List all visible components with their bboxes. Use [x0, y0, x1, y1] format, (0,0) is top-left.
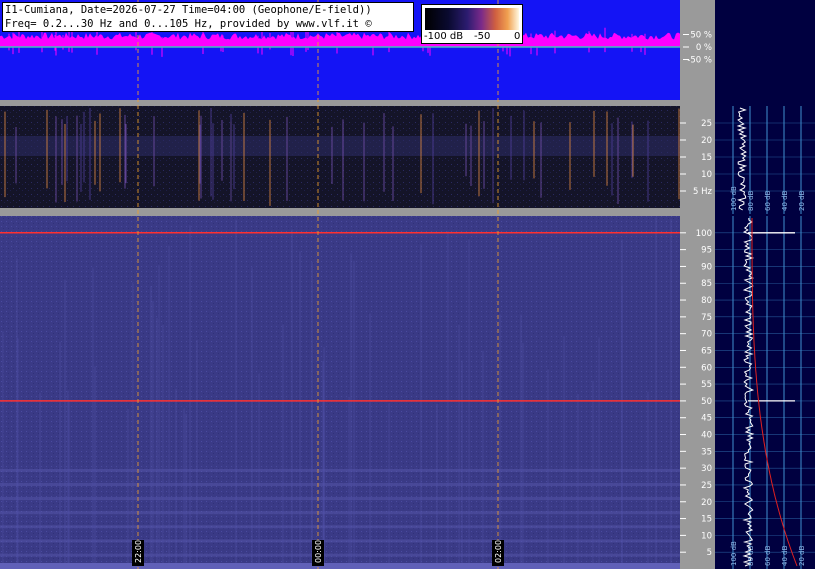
color-scale-min-label: -100 dB [424, 31, 464, 42]
high-freq-tick-label: 55 [701, 380, 712, 390]
amplitude-tick-label: -50 % [687, 56, 712, 66]
spectrum-low-db-label: 100 dB [730, 186, 738, 211]
station-header: I1-Cumiana, Date=2026-07-27 Time=04:00 (… [2, 2, 414, 32]
time-marker-label: 00:00 [314, 540, 323, 563]
high-freq-tick-label: 95 [701, 246, 712, 256]
amplitude-tick-label: 50 % [690, 31, 712, 41]
spectrogram-chart: 22:00 00:00 02:00 50 % 0 % -50 % 5 Hz 10 15 20 25… [0, 0, 815, 569]
high-spectrogram [0, 216, 680, 569]
high-freq-tick-label: 10 [701, 531, 712, 541]
spectrum-high-db-label: 100 dB [730, 541, 738, 566]
color-scale-legend: -100 dB -50 0 [421, 4, 523, 44]
separator-1 [0, 100, 680, 106]
spectrum-high-db-label: 40 dB [781, 545, 789, 566]
high-freq-tick-label: 20 [701, 498, 712, 508]
low-spectrogram [0, 106, 680, 208]
low-freq-tick-label: 25 [701, 119, 712, 129]
spectrum-low-db-label: 80 dB [747, 190, 755, 211]
spectrum-low-db-label: 20 dB [798, 190, 806, 211]
separator-2 [0, 208, 680, 216]
high-freq-tick-label: 45 [701, 414, 712, 424]
high-freq-tick-label: 60 [701, 363, 712, 373]
high-freq-tick-label: 100 [696, 229, 712, 239]
time-marker-label: 22:00 [134, 540, 143, 563]
high-freq-tick-label: 65 [701, 346, 712, 356]
high-freq-tick-label: 70 [701, 330, 712, 340]
high-freq-tick-label: 75 [701, 313, 712, 323]
spectrum-high-db-label: 20 dB [798, 545, 806, 566]
amplitude-tick-label: 0 % [696, 43, 712, 53]
time-marker-label: 02:00 [494, 540, 503, 563]
high-freq-tick-label: 15 [701, 515, 712, 525]
spectrum-low-db-label: 60 dB [764, 190, 772, 211]
high-freq-tick-label: 25 [701, 481, 712, 491]
spectrum-low-db-label: 40 dB [781, 190, 789, 211]
color-scale-mid-label: -50 [474, 31, 491, 42]
vlf-spectrogram-screen: 22:00 00:00 02:00 50 % 0 % -50 % 5 Hz 10 15 20 25… [0, 0, 815, 569]
high-freq-tick-label: 80 [701, 296, 712, 306]
low-band [0, 136, 680, 156]
high-freq-tick-label: 5 [707, 548, 712, 558]
high-freq-tick-label: 40 [701, 431, 712, 441]
header-line-2: Freq= 0.2...30 Hz and 0...105 Hz, provid… [5, 18, 372, 30]
header-line-1: I1-Cumiana, Date=2026-07-27 Time=04:00 (… [5, 4, 372, 16]
color-scale-gradient [425, 8, 519, 30]
high-freq-tick-label: 50 [701, 397, 712, 407]
spectrum-high-db-label: 60 dB [764, 545, 772, 566]
low-freq-tick-label: 20 [701, 136, 712, 146]
high-freq-tick-label: 35 [701, 447, 712, 457]
low-spectrogram-background [0, 106, 680, 208]
high-freq-tick-label: 30 [701, 464, 712, 474]
low-freq-tick-label: 10 [701, 170, 712, 180]
high-freq-tick-label: 90 [701, 262, 712, 272]
color-scale-max-label: 0 [514, 31, 521, 42]
high-freq-tick-label: 85 [701, 279, 712, 289]
low-freq-tick-label: 15 [701, 153, 712, 163]
low-freq-tick-label: 5 Hz [693, 187, 713, 197]
side-panel [715, 0, 815, 569]
bottom-band [0, 563, 680, 569]
